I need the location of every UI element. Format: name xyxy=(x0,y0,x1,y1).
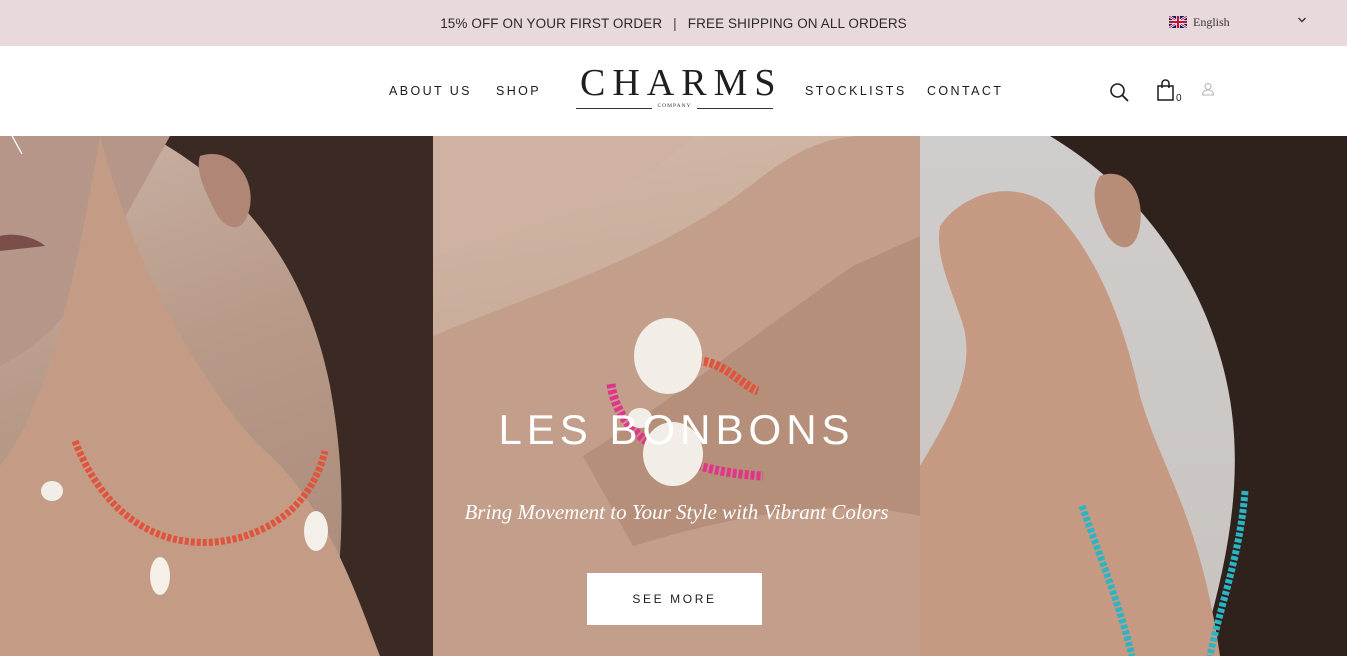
hero-image-turquoise xyxy=(920,136,1347,656)
shopping-bag-icon[interactable] xyxy=(1156,79,1175,101)
nav-shop[interactable]: SHOP xyxy=(496,84,541,98)
logo-wordmark: CHARMS xyxy=(580,62,783,104)
announcement-separator: | xyxy=(673,15,677,31)
turquoise-illustration xyxy=(920,136,1347,656)
charms-logo[interactable]: CHARMS COMPANY xyxy=(574,62,783,116)
uk-flag-icon xyxy=(1169,16,1187,28)
site-header: ABOUT US SHOP CHARMS COMPANY STOCKLISTS … xyxy=(0,46,1347,136)
cart-count: 0 xyxy=(1176,93,1182,104)
hero-title: LES BONBONS xyxy=(498,406,855,453)
see-more-button[interactable]: SEE MORE xyxy=(587,573,762,625)
language-selector[interactable]: English xyxy=(1169,12,1307,32)
hero-subtitle: Bring Movement to Your Style with Vibran… xyxy=(464,500,889,524)
logo-line-right xyxy=(697,108,773,109)
prev-arrow-icon[interactable] xyxy=(6,136,26,160)
nav-stocklists[interactable]: STOCKLISTS xyxy=(805,84,907,98)
hero-image-necklace xyxy=(0,136,433,656)
nav-about-us[interactable]: ABOUT US xyxy=(389,84,472,98)
search-icon[interactable] xyxy=(1109,82,1129,102)
announcement-bar: 15% OFF ON YOUR FIRST ORDER | FREE SHIPP… xyxy=(0,0,1347,46)
nav-contact[interactable]: CONTACT xyxy=(927,84,1003,98)
chevron-down-icon xyxy=(1298,17,1306,23)
announcement-text: 15% OFF ON YOUR FIRST ORDER | FREE SHIPP… xyxy=(0,0,1347,46)
logo-sub-row: COMPANY xyxy=(574,102,775,114)
necklace-illustration xyxy=(0,136,433,656)
announcement-shipping: FREE SHIPPING ON ALL ORDERS xyxy=(687,15,907,31)
announcement-offer: 15% OFF ON YOUR FIRST ORDER xyxy=(440,15,663,31)
user-icon[interactable] xyxy=(1201,82,1215,96)
language-label: English xyxy=(1193,14,1230,29)
